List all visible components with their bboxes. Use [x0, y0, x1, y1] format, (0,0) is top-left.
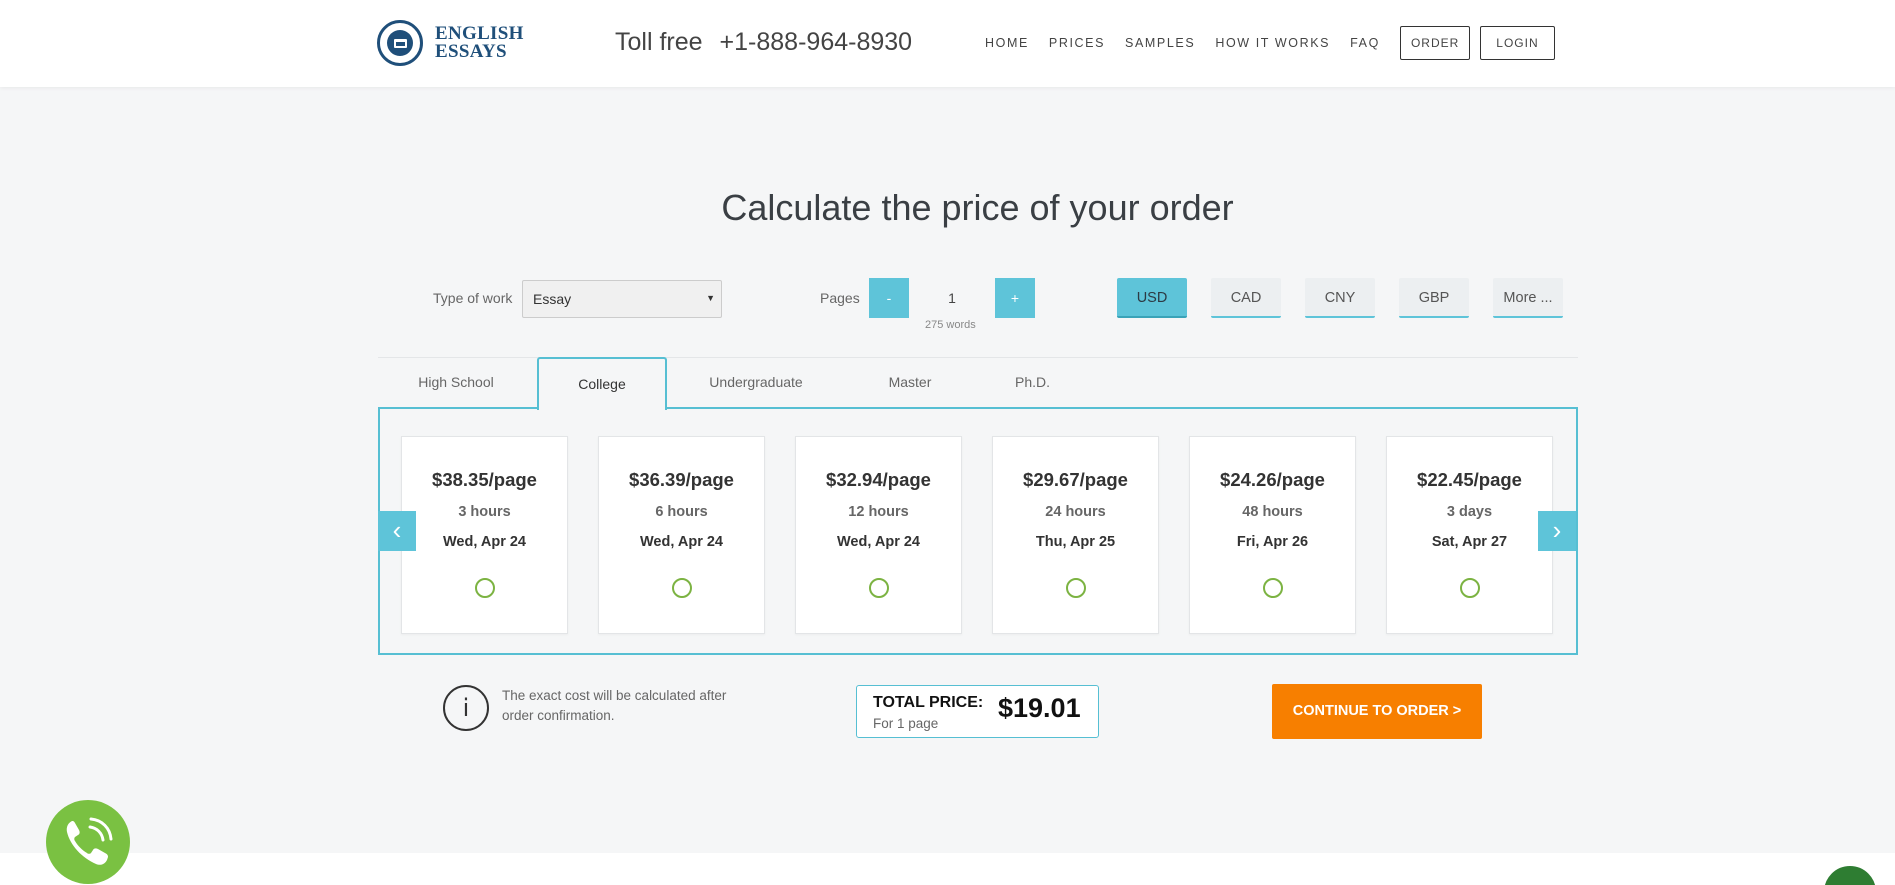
pages-decrement-button[interactable]: -	[869, 278, 909, 318]
pages-label: Pages	[820, 290, 860, 306]
total-price-box: TOTAL PRICE: For 1 page $19.01	[856, 685, 1099, 738]
price-card[interactable]: $22.45/page 3 days Sat, Apr 27	[1386, 436, 1553, 634]
info-text: The exact cost will be calculated after …	[502, 688, 727, 723]
continue-to-order-button[interactable]: CONTINUE TO ORDER >	[1272, 684, 1482, 739]
card-radio[interactable]	[1459, 578, 1480, 598]
card-duration: 3 days	[1446, 504, 1493, 520]
footer-band	[0, 853, 1895, 885]
pages-input[interactable]: 1	[909, 278, 995, 318]
tab-master[interactable]: Master	[855, 357, 965, 408]
type-of-work-select[interactable]: Essay ▼	[522, 280, 722, 318]
nav-prices[interactable]: PRICES	[1049, 36, 1105, 50]
page-title: Calculate the price of your order	[721, 187, 1234, 228]
card-date: Wed, Apr 24	[640, 534, 723, 550]
nav-samples[interactable]: SAMPLES	[1125, 36, 1195, 50]
card-date: Thu, Apr 25	[1035, 534, 1116, 550]
total-subtitle: For 1 page	[873, 716, 939, 731]
card-price: $24.26/page	[1220, 469, 1325, 490]
price-card[interactable]: $32.94/page 12 hours Wed, Apr 24	[795, 436, 962, 634]
card-price: $38.35/page	[432, 469, 537, 490]
card-date: Wed, Apr 24	[443, 534, 526, 550]
card-duration: 48 hours	[1242, 504, 1303, 520]
price-card[interactable]: $38.35/page 3 hours Wed, Apr 24	[401, 436, 568, 634]
toll-free-label: Toll free	[615, 28, 703, 56]
card-date: Wed, Apr 24	[837, 534, 920, 550]
tab-phd[interactable]: Ph.D.	[1000, 357, 1065, 408]
logo-text: ENGLISH ESSAYS	[435, 24, 524, 62]
card-price: $32.94/page	[826, 469, 931, 490]
card-radio[interactable]	[1065, 578, 1086, 598]
phone-block: Toll free +1-888-964-8930	[615, 28, 912, 57]
price-card[interactable]: $36.39/page 6 hours Wed, Apr 24	[598, 436, 765, 634]
currency-more[interactable]: More ...	[1493, 278, 1563, 318]
type-of-work-value: Essay	[533, 291, 572, 307]
logo[interactable]: ENGLISH ESSAYS	[377, 20, 524, 66]
currency-cad[interactable]: CAD	[1211, 278, 1281, 318]
card-radio[interactable]	[868, 578, 889, 598]
currency-usd[interactable]: USD	[1117, 278, 1187, 318]
currency-cny[interactable]: CNY	[1305, 278, 1375, 318]
pricing-panel: ‹ $38.35/page 3 hours Wed, Apr 24 $36.39…	[378, 407, 1578, 655]
card-duration: 3 hours	[458, 504, 511, 520]
nav-how-it-works[interactable]: HOW IT WORKS	[1215, 36, 1330, 50]
nav-home[interactable]: HOME	[985, 36, 1029, 50]
card-date: Fri, Apr 26	[1236, 534, 1309, 550]
chevron-right-icon[interactable]: ›	[1538, 511, 1576, 551]
type-of-work-label: Type of work	[433, 290, 513, 306]
nav-faq[interactable]: FAQ	[1350, 36, 1380, 50]
chevron-down-icon: ▼	[706, 293, 715, 303]
card-duration: 24 hours	[1045, 504, 1106, 520]
word-count: 275 words	[925, 319, 976, 331]
phone-call-icon[interactable]	[46, 800, 130, 884]
card-duration: 6 hours	[655, 504, 708, 520]
phone-number[interactable]: +1-888-964-8930	[720, 28, 913, 56]
chevron-left-icon[interactable]: ‹	[378, 511, 416, 551]
card-radio[interactable]	[1262, 578, 1283, 598]
order-button[interactable]: ORDER	[1399, 26, 1471, 60]
card-duration: 12 hours	[848, 504, 909, 520]
price-card[interactable]: $24.26/page 48 hours Fri, Apr 26	[1189, 436, 1356, 634]
card-price: $22.45/page	[1417, 469, 1522, 490]
tab-undergraduate[interactable]: Undergraduate	[700, 357, 812, 408]
total-label: TOTAL PRICE:	[873, 694, 984, 711]
card-price: $29.67/page	[1023, 469, 1128, 490]
logo-badge-icon	[377, 20, 423, 66]
main-nav: HOME PRICES SAMPLES HOW IT WORKS FAQ ORD…	[985, 26, 1555, 60]
card-radio[interactable]	[474, 578, 495, 598]
card-radio[interactable]	[671, 578, 692, 598]
info-icon: i	[443, 685, 489, 731]
total-value: $19.01	[998, 693, 1081, 723]
logo-line2: ESSAYS	[435, 41, 507, 62]
pages-increment-button[interactable]: +	[995, 278, 1035, 318]
site-header: ENGLISH ESSAYS Toll free +1-888-964-8930 …	[0, 0, 1895, 87]
tab-high-school[interactable]: High School	[400, 357, 512, 408]
currency-gbp[interactable]: GBP	[1399, 278, 1469, 318]
price-card[interactable]: $29.67/page 24 hours Thu, Apr 25	[992, 436, 1159, 634]
login-button[interactable]: LOGIN	[1480, 26, 1555, 60]
card-price: $36.39/page	[629, 469, 734, 490]
tab-college[interactable]: College	[537, 357, 667, 410]
card-date: Sat, Apr 27	[1431, 534, 1508, 550]
